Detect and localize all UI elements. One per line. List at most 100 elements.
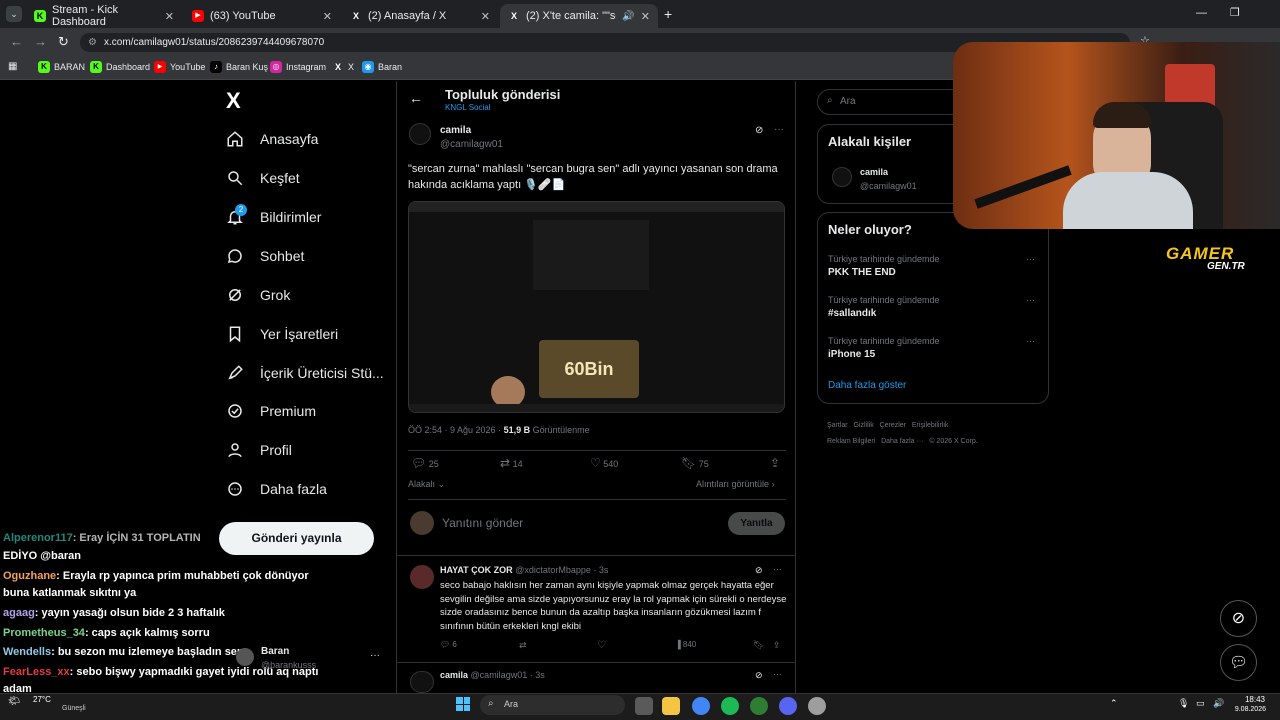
file-explorer-icon[interactable]: [662, 697, 680, 715]
task-view-icon[interactable]: [635, 697, 653, 715]
sidebar-item-creator-studio[interactable]: İçerik Üreticisi Stü...: [226, 364, 384, 382]
reload-icon[interactable]: ↻: [58, 34, 69, 50]
like-action[interactable]: ♡ 540: [590, 456, 618, 470]
share-icon[interactable]: ⇪: [773, 640, 781, 651]
footer-link[interactable]: Reklam Bilgileri: [827, 438, 875, 445]
sidebar-item-more[interactable]: Daha fazla: [226, 480, 327, 498]
x-logo-icon[interactable]: X: [226, 88, 241, 114]
discord-icon[interactable]: [779, 697, 797, 715]
minimize-icon[interactable]: —: [1196, 7, 1207, 19]
relevance-dropdown[interactable]: Alakalı ⌄: [408, 479, 445, 490]
grok-fab-icon[interactable]: ⊘: [1220, 600, 1257, 637]
author-name[interactable]: camila: [440, 125, 471, 136]
tray-chevron-icon[interactable]: ⌃: [1110, 698, 1118, 709]
trend-more-icon[interactable]: ···: [1026, 295, 1035, 305]
share-icon[interactable]: ⇪: [770, 456, 780, 470]
close-tab-icon[interactable]: ✕: [323, 10, 332, 23]
bookmark-icon[interactable]: 🔖︎: [753, 640, 764, 651]
reply-more-icon[interactable]: ···: [773, 564, 782, 574]
volume-icon[interactable]: 🔊: [1213, 698, 1224, 709]
maximize-icon[interactable]: ❐: [1230, 6, 1240, 19]
footer-link[interactable]: Erişilebilirlik: [912, 422, 949, 429]
back-arrow-icon[interactable]: ←: [409, 90, 423, 106]
reply-action[interactable]: 💬︎ 6: [440, 640, 457, 649]
trend-more-icon[interactable]: ···: [1026, 254, 1035, 264]
audio-icon[interactable]: 🔊: [622, 11, 634, 22]
tab-x-post[interactable]: X (2) X'te camila: ""sercan zu 🔊 ✕: [500, 4, 658, 28]
display-icon[interactable]: ▭: [1196, 698, 1205, 709]
bookmark-tiktok[interactable]: ♪ Baran Kuş: [210, 61, 268, 73]
person-name[interactable]: camila: [860, 167, 888, 177]
footer-link[interactable]: Şartlar: [827, 422, 848, 429]
footer-link[interactable]: Daha fazla ···: [881, 438, 923, 445]
trend-item[interactable]: Türkiye tarihinde gündemde iPhone 15: [828, 336, 940, 360]
bookmark-action[interactable]: 🔖︎ 75: [681, 456, 709, 470]
view-quotes-link[interactable]: Alıntıları görüntüle ›: [696, 479, 775, 489]
taskbar-search[interactable]: ⌕ Ara: [480, 695, 625, 715]
post-more-icon[interactable]: ···: [774, 124, 784, 135]
show-more-link[interactable]: Daha fazla göster: [828, 380, 906, 391]
weather-icon[interactable]: 🌤: [8, 696, 21, 707]
reply-author-name[interactable]: HAYAT ÇOK ZOR: [440, 565, 513, 575]
grok-icon[interactable]: ⊘: [755, 565, 763, 576]
avatar[interactable]: [410, 565, 434, 589]
post-button[interactable]: Gönderi yayınla: [219, 522, 374, 555]
reply-action[interactable]: 💬︎ 25: [411, 456, 439, 470]
back-icon[interactable]: ←: [10, 34, 23, 49]
views-action[interactable]: ▐ 840: [675, 640, 696, 649]
sidebar-item-bookmarks[interactable]: Yer İşaretleri: [226, 325, 338, 343]
person-handle[interactable]: @camilagw01: [860, 181, 917, 191]
clock-date[interactable]: 9.08.2026: [1226, 706, 1266, 713]
sidebar-item-explore[interactable]: Keşfet: [226, 169, 300, 187]
reply-author-name[interactable]: camila: [440, 670, 468, 680]
spotify-icon[interactable]: [721, 697, 739, 715]
avatar[interactable]: [409, 123, 431, 145]
search-input[interactable]: Ara: [840, 96, 856, 107]
avatar[interactable]: [410, 671, 434, 693]
footer-link[interactable]: Gizlilik: [853, 422, 873, 429]
app-icon[interactable]: [750, 697, 768, 715]
bookmark-dashboard[interactable]: K Dashboard: [90, 61, 150, 73]
site-info-icon[interactable]: ⚙: [88, 33, 97, 52]
messages-fab-icon[interactable]: 💬︎: [1220, 644, 1257, 681]
close-tab-icon[interactable]: ✕: [481, 10, 490, 23]
trend-more-icon[interactable]: ···: [1026, 336, 1035, 346]
clock-time[interactable]: 18:43: [1233, 695, 1265, 704]
author-handle[interactable]: @camilagw01: [440, 139, 503, 150]
grok-icon[interactable]: ⊘: [755, 125, 763, 136]
bookmark-instagram[interactable]: ◎ Instagram: [270, 61, 326, 73]
trend-item[interactable]: Türkiye tarihinde gündemde #sallandık: [828, 295, 940, 319]
post-media[interactable]: 60Bin: [408, 201, 785, 413]
reply-input[interactable]: Yanıtını gönder: [442, 516, 523, 530]
account-more-icon[interactable]: ···: [370, 650, 380, 661]
close-tab-icon[interactable]: ✕: [165, 10, 174, 23]
footer-link[interactable]: Çerezler: [880, 422, 906, 429]
repost-icon[interactable]: ⇄: [519, 640, 527, 651]
tab-x-home[interactable]: X (2) Anasayfa / X ✕: [342, 4, 498, 28]
heart-icon[interactable]: ♡: [597, 640, 606, 651]
close-tab-icon[interactable]: ✕: [641, 10, 650, 23]
chrome-icon[interactable]: [692, 697, 710, 715]
sidebar-item-home[interactable]: Anasayfa: [226, 130, 318, 148]
community-link[interactable]: KNGL Social: [445, 103, 491, 112]
bookmark-youtube[interactable]: ▶ YouTube: [154, 61, 205, 73]
bookmark-x[interactable]: XX: [332, 61, 354, 73]
repost-action[interactable]: ⇄ 14: [500, 456, 523, 470]
apps-grid-icon[interactable]: ▦: [8, 61, 17, 72]
grok-icon[interactable]: ⊘: [755, 670, 763, 681]
tab-kick-dashboard[interactable]: K Stream - Kick Dashboard ✕: [26, 4, 182, 28]
avatar[interactable]: [236, 648, 254, 666]
sidebar-item-premium[interactable]: Premium: [226, 402, 316, 420]
mic-icon[interactable]: 🎙: [1178, 698, 1189, 709]
tab-search-button[interactable]: ⌄: [6, 6, 22, 22]
avatar[interactable]: [832, 167, 852, 187]
trend-item[interactable]: Türkiye tarihinde gündemde PKK THE END: [828, 254, 940, 278]
new-tab-button[interactable]: +: [664, 6, 672, 22]
sidebar-item-grok[interactable]: Grok: [226, 286, 290, 304]
obs-icon[interactable]: [808, 697, 826, 715]
bookmark-baran-2[interactable]: ◉ Baran: [362, 61, 402, 73]
forward-icon[interactable]: →: [34, 34, 47, 49]
windows-start-icon[interactable]: [456, 697, 470, 711]
reply-more-icon[interactable]: ···: [773, 669, 782, 679]
sidebar-item-notifications[interactable]: 2 Bildirimler: [226, 204, 321, 226]
